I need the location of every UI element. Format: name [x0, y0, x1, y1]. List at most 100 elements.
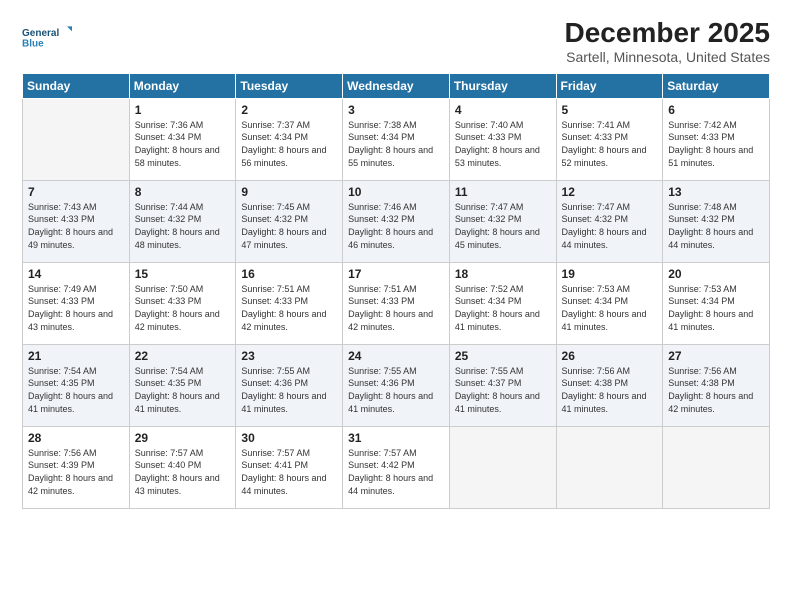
- day-number: 14: [28, 267, 124, 281]
- calendar-cell: 16 Sunrise: 7:51 AMSunset: 4:33 PMDaylig…: [236, 262, 343, 344]
- week-row-4: 21 Sunrise: 7:54 AMSunset: 4:35 PMDaylig…: [23, 344, 770, 426]
- day-number: 7: [28, 185, 124, 199]
- cell-info: Sunrise: 7:53 AMSunset: 4:34 PMDaylight:…: [668, 283, 764, 333]
- calendar-cell: 8 Sunrise: 7:44 AMSunset: 4:32 PMDayligh…: [129, 180, 236, 262]
- week-row-5: 28 Sunrise: 7:56 AMSunset: 4:39 PMDaylig…: [23, 426, 770, 508]
- calendar-cell: 31 Sunrise: 7:57 AMSunset: 4:42 PMDaylig…: [343, 426, 450, 508]
- day-number: 6: [668, 103, 764, 117]
- main-title: December 2025: [565, 18, 770, 49]
- day-number: 10: [348, 185, 444, 199]
- day-number: 11: [455, 185, 551, 199]
- cell-info: Sunrise: 7:55 AMSunset: 4:36 PMDaylight:…: [348, 365, 444, 415]
- calendar-header-row: SundayMondayTuesdayWednesdayThursdayFrid…: [23, 73, 770, 98]
- cell-info: Sunrise: 7:56 AMSunset: 4:39 PMDaylight:…: [28, 447, 124, 497]
- day-number: 23: [241, 349, 337, 363]
- cell-info: Sunrise: 7:42 AMSunset: 4:33 PMDaylight:…: [668, 119, 764, 169]
- cell-info: Sunrise: 7:51 AMSunset: 4:33 PMDaylight:…: [241, 283, 337, 333]
- calendar-cell: 11 Sunrise: 7:47 AMSunset: 4:32 PMDaylig…: [449, 180, 556, 262]
- calendar-cell: 9 Sunrise: 7:45 AMSunset: 4:32 PMDayligh…: [236, 180, 343, 262]
- day-number: 25: [455, 349, 551, 363]
- day-number: 30: [241, 431, 337, 445]
- calendar-cell: 20 Sunrise: 7:53 AMSunset: 4:34 PMDaylig…: [663, 262, 770, 344]
- subtitle: Sartell, Minnesota, United States: [565, 49, 770, 65]
- calendar-cell: [449, 426, 556, 508]
- calendar-cell: 2 Sunrise: 7:37 AMSunset: 4:34 PMDayligh…: [236, 98, 343, 180]
- calendar-cell: 28 Sunrise: 7:56 AMSunset: 4:39 PMDaylig…: [23, 426, 130, 508]
- cell-info: Sunrise: 7:41 AMSunset: 4:33 PMDaylight:…: [562, 119, 658, 169]
- day-number: 24: [348, 349, 444, 363]
- cell-info: Sunrise: 7:56 AMSunset: 4:38 PMDaylight:…: [668, 365, 764, 415]
- svg-text:General: General: [22, 28, 59, 39]
- day-number: 5: [562, 103, 658, 117]
- cell-info: Sunrise: 7:46 AMSunset: 4:32 PMDaylight:…: [348, 201, 444, 251]
- cell-info: Sunrise: 7:49 AMSunset: 4:33 PMDaylight:…: [28, 283, 124, 333]
- calendar-cell: 5 Sunrise: 7:41 AMSunset: 4:33 PMDayligh…: [556, 98, 663, 180]
- calendar-cell: 4 Sunrise: 7:40 AMSunset: 4:33 PMDayligh…: [449, 98, 556, 180]
- day-number: 21: [28, 349, 124, 363]
- calendar-cell: 7 Sunrise: 7:43 AMSunset: 4:33 PMDayligh…: [23, 180, 130, 262]
- calendar-cell: 3 Sunrise: 7:38 AMSunset: 4:34 PMDayligh…: [343, 98, 450, 180]
- week-row-1: 1 Sunrise: 7:36 AMSunset: 4:34 PMDayligh…: [23, 98, 770, 180]
- day-number: 3: [348, 103, 444, 117]
- day-number: 18: [455, 267, 551, 281]
- calendar-cell: 21 Sunrise: 7:54 AMSunset: 4:35 PMDaylig…: [23, 344, 130, 426]
- header-wednesday: Wednesday: [343, 73, 450, 98]
- day-number: 19: [562, 267, 658, 281]
- day-number: 9: [241, 185, 337, 199]
- day-number: 4: [455, 103, 551, 117]
- calendar-cell: 25 Sunrise: 7:55 AMSunset: 4:37 PMDaylig…: [449, 344, 556, 426]
- cell-info: Sunrise: 7:56 AMSunset: 4:38 PMDaylight:…: [562, 365, 658, 415]
- calendar-cell: 18 Sunrise: 7:52 AMSunset: 4:34 PMDaylig…: [449, 262, 556, 344]
- header: General Blue December 2025 Sartell, Minn…: [22, 18, 770, 65]
- page: General Blue December 2025 Sartell, Minn…: [0, 0, 792, 612]
- calendar-cell: 14 Sunrise: 7:49 AMSunset: 4:33 PMDaylig…: [23, 262, 130, 344]
- cell-info: Sunrise: 7:40 AMSunset: 4:33 PMDaylight:…: [455, 119, 551, 169]
- day-number: 12: [562, 185, 658, 199]
- title-block: December 2025 Sartell, Minnesota, United…: [565, 18, 770, 65]
- day-number: 2: [241, 103, 337, 117]
- calendar-cell: 27 Sunrise: 7:56 AMSunset: 4:38 PMDaylig…: [663, 344, 770, 426]
- day-number: 16: [241, 267, 337, 281]
- header-sunday: Sunday: [23, 73, 130, 98]
- week-row-2: 7 Sunrise: 7:43 AMSunset: 4:33 PMDayligh…: [23, 180, 770, 262]
- header-monday: Monday: [129, 73, 236, 98]
- day-number: 26: [562, 349, 658, 363]
- cell-info: Sunrise: 7:43 AMSunset: 4:33 PMDaylight:…: [28, 201, 124, 251]
- cell-info: Sunrise: 7:38 AMSunset: 4:34 PMDaylight:…: [348, 119, 444, 169]
- day-number: 1: [135, 103, 231, 117]
- header-saturday: Saturday: [663, 73, 770, 98]
- svg-text:Blue: Blue: [22, 38, 44, 49]
- day-number: 31: [348, 431, 444, 445]
- day-number: 13: [668, 185, 764, 199]
- cell-info: Sunrise: 7:47 AMSunset: 4:32 PMDaylight:…: [455, 201, 551, 251]
- cell-info: Sunrise: 7:53 AMSunset: 4:34 PMDaylight:…: [562, 283, 658, 333]
- calendar-cell: 26 Sunrise: 7:56 AMSunset: 4:38 PMDaylig…: [556, 344, 663, 426]
- calendar-cell: 6 Sunrise: 7:42 AMSunset: 4:33 PMDayligh…: [663, 98, 770, 180]
- day-number: 27: [668, 349, 764, 363]
- cell-info: Sunrise: 7:54 AMSunset: 4:35 PMDaylight:…: [135, 365, 231, 415]
- header-tuesday: Tuesday: [236, 73, 343, 98]
- cell-info: Sunrise: 7:55 AMSunset: 4:36 PMDaylight:…: [241, 365, 337, 415]
- day-number: 29: [135, 431, 231, 445]
- cell-info: Sunrise: 7:36 AMSunset: 4:34 PMDaylight:…: [135, 119, 231, 169]
- logo-svg: General Blue: [22, 18, 72, 56]
- calendar-cell: [23, 98, 130, 180]
- day-number: 15: [135, 267, 231, 281]
- cell-info: Sunrise: 7:52 AMSunset: 4:34 PMDaylight:…: [455, 283, 551, 333]
- header-thursday: Thursday: [449, 73, 556, 98]
- cell-info: Sunrise: 7:51 AMSunset: 4:33 PMDaylight:…: [348, 283, 444, 333]
- calendar-cell: 17 Sunrise: 7:51 AMSunset: 4:33 PMDaylig…: [343, 262, 450, 344]
- cell-info: Sunrise: 7:54 AMSunset: 4:35 PMDaylight:…: [28, 365, 124, 415]
- calendar-cell: 30 Sunrise: 7:57 AMSunset: 4:41 PMDaylig…: [236, 426, 343, 508]
- day-number: 20: [668, 267, 764, 281]
- calendar-cell: 24 Sunrise: 7:55 AMSunset: 4:36 PMDaylig…: [343, 344, 450, 426]
- calendar-cell: 19 Sunrise: 7:53 AMSunset: 4:34 PMDaylig…: [556, 262, 663, 344]
- day-number: 8: [135, 185, 231, 199]
- calendar-cell: 29 Sunrise: 7:57 AMSunset: 4:40 PMDaylig…: [129, 426, 236, 508]
- week-row-3: 14 Sunrise: 7:49 AMSunset: 4:33 PMDaylig…: [23, 262, 770, 344]
- calendar-cell: 22 Sunrise: 7:54 AMSunset: 4:35 PMDaylig…: [129, 344, 236, 426]
- calendar-cell: 15 Sunrise: 7:50 AMSunset: 4:33 PMDaylig…: [129, 262, 236, 344]
- header-friday: Friday: [556, 73, 663, 98]
- cell-info: Sunrise: 7:57 AMSunset: 4:40 PMDaylight:…: [135, 447, 231, 497]
- day-number: 22: [135, 349, 231, 363]
